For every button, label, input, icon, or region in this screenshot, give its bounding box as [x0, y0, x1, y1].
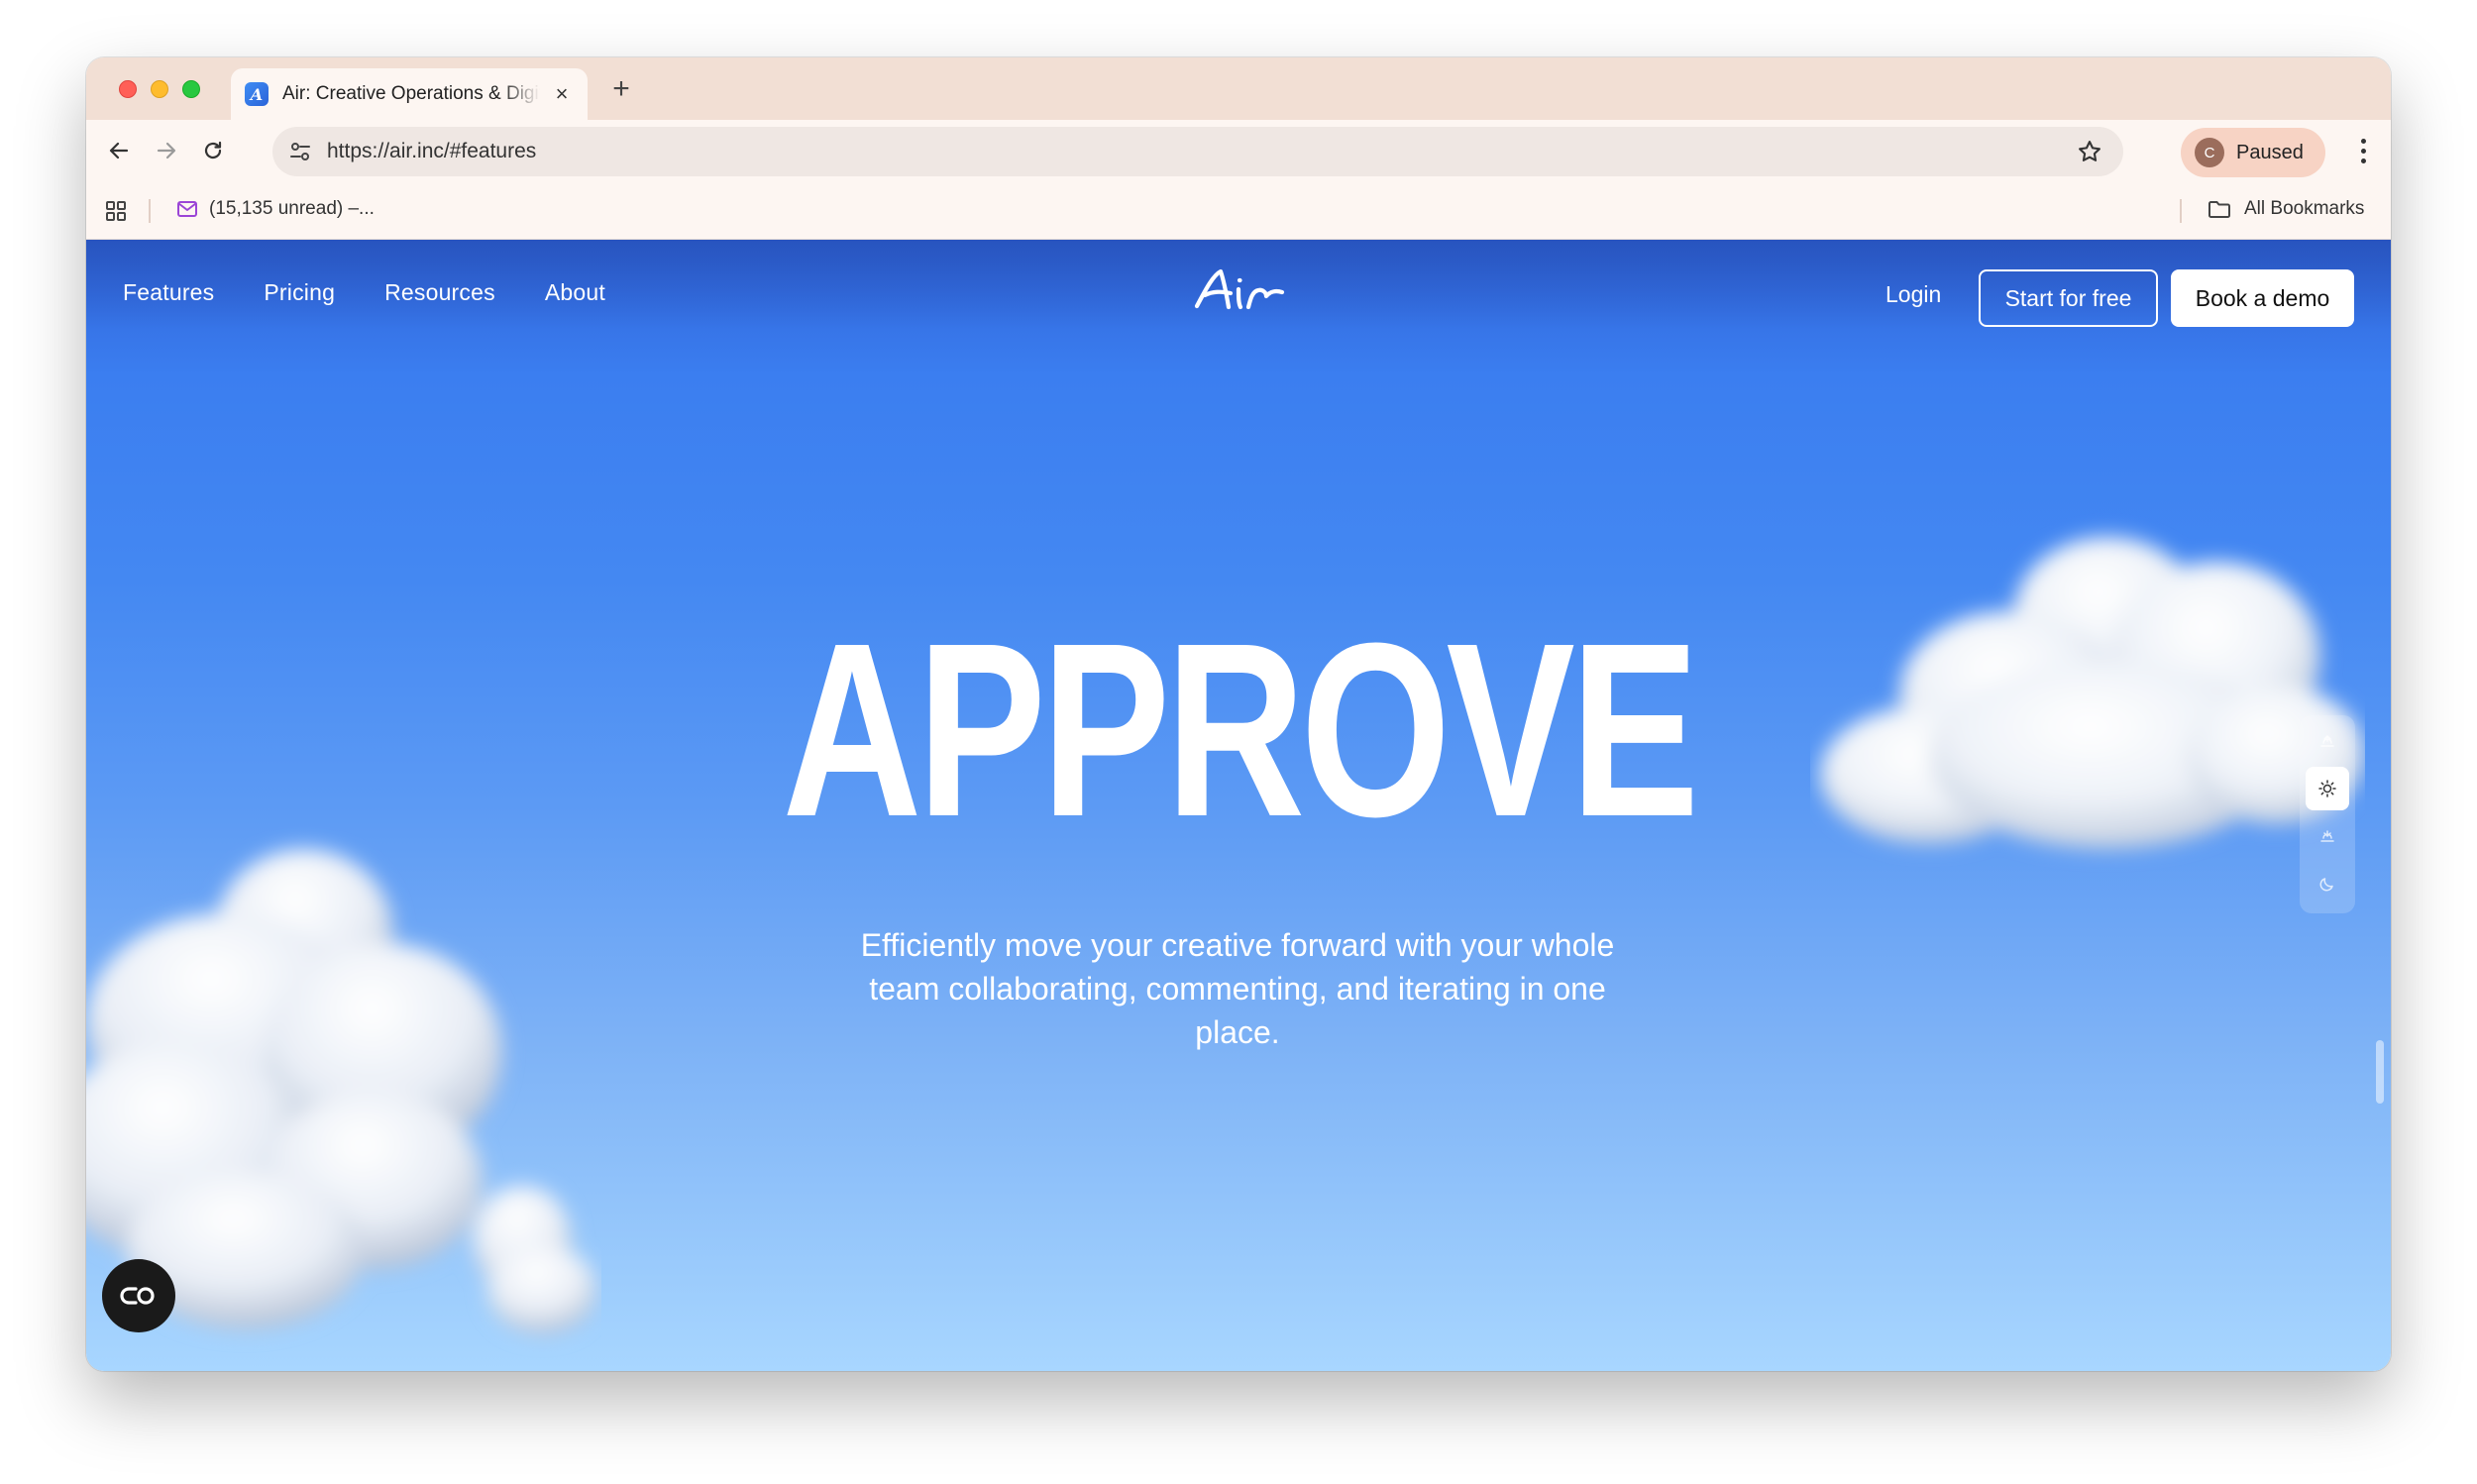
- air-favicon-icon: A: [245, 82, 269, 106]
- all-bookmarks-button[interactable]: All Bookmarks: [2207, 197, 2364, 221]
- login-link[interactable]: Login: [1885, 281, 1941, 308]
- reload-button[interactable]: [194, 132, 232, 169]
- browser-window: A Air: Creative Operations & Digital Ass…: [86, 57, 2391, 1371]
- chat-logo-icon: [120, 1287, 155, 1305]
- bookmarks-bar: (15,135 unread) –... All Bookmarks: [86, 181, 2391, 240]
- reload-icon: [204, 141, 222, 159]
- hero-subtitle: Efficiently move your creative forward w…: [860, 927, 1615, 1050]
- browser-toolbar: https://air.inc/#features C Paused: [86, 120, 2391, 181]
- theme-night-option[interactable]: [2306, 862, 2349, 905]
- all-bookmarks-label: All Bookmarks: [2244, 198, 2365, 219]
- site-nav: Features Pricing Resources About: [123, 279, 655, 306]
- tab-strip: A Air: Creative Operations & Digital Ass…: [86, 57, 2391, 120]
- start-for-free-button[interactable]: Start for free: [1979, 269, 2158, 327]
- apps-grid-icon[interactable]: [104, 199, 128, 223]
- profile-button[interactable]: C Paused: [2181, 128, 2325, 177]
- sunset-icon: [2320, 830, 2334, 842]
- theme-dusk-option[interactable]: [2306, 814, 2349, 858]
- nav-features[interactable]: Features: [123, 279, 214, 306]
- close-tab-icon[interactable]: ×: [550, 82, 574, 106]
- book-demo-button[interactable]: Book a demo: [2171, 269, 2354, 327]
- theme-day-option[interactable]: [2306, 767, 2349, 810]
- forward-button[interactable]: [148, 132, 185, 169]
- folder-icon: [2207, 197, 2232, 221]
- sunrise-icon: [2320, 734, 2334, 747]
- more-menu-icon[interactable]: [2345, 132, 2381, 169]
- close-window-button[interactable]: [119, 80, 137, 98]
- nav-pricing[interactable]: Pricing: [264, 279, 335, 306]
- theme-dawn-option[interactable]: [2306, 719, 2349, 763]
- address-bar[interactable]: https://air.inc/#features: [272, 127, 2123, 176]
- avatar: C: [2195, 138, 2224, 167]
- mail-icon: [175, 197, 199, 221]
- nav-resources[interactable]: Resources: [384, 279, 495, 306]
- web-page: Features Pricing Resources About Login S…: [86, 240, 2391, 1371]
- site-settings-icon[interactable]: [286, 138, 314, 165]
- sun-icon: [2318, 780, 2336, 797]
- minimize-window-button[interactable]: [151, 80, 168, 98]
- profile-status: Paused: [2236, 141, 2304, 163]
- bookmarks-divider: [149, 199, 151, 223]
- url-text[interactable]: https://air.inc/#features: [327, 140, 536, 163]
- maximize-window-button[interactable]: [182, 80, 200, 98]
- new-tab-button[interactable]: +: [605, 73, 637, 105]
- scrollbar-thumb[interactable]: [2376, 1040, 2384, 1104]
- arrow-left-icon: [109, 142, 129, 159]
- air-logo[interactable]: [1191, 262, 1290, 321]
- moon-icon: [2319, 878, 2333, 892]
- back-button[interactable]: [100, 132, 138, 169]
- nav-about[interactable]: About: [545, 279, 605, 306]
- bookmark-mail-label: (15,135 unread) –...: [209, 198, 375, 219]
- screen: A Air: Creative Operations & Digital Ass…: [0, 0, 2477, 1484]
- arrow-right-icon: [157, 142, 176, 159]
- hero-title: APPROVE: [782, 591, 1700, 868]
- tab-active[interactable]: A Air: Creative Operations & Digital Ass…: [231, 68, 588, 120]
- tab-title: Air: Creative Operations & Digital Asset…: [282, 83, 540, 104]
- bookmark-star-icon[interactable]: [2076, 138, 2103, 165]
- bookmarks-divider: [2180, 199, 2182, 223]
- theme-switcher: [2300, 715, 2355, 913]
- bookmark-mail[interactable]: (15,135 unread) –...: [175, 197, 375, 221]
- chat-widget-button[interactable]: [102, 1259, 175, 1332]
